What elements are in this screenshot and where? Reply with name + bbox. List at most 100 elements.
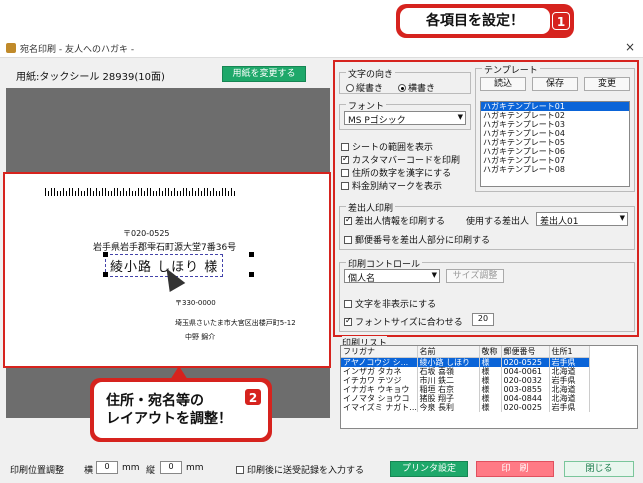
table-cell: 岩手県 xyxy=(549,375,590,385)
print-button[interactable]: 印 刷 xyxy=(476,461,554,477)
record-after-print-checkbox[interactable]: 印刷後に送受記録を入力する xyxy=(236,463,364,476)
window-titlebar: 宛名印刷 - 友人へのハガキ - × xyxy=(0,38,643,58)
barcode-bar xyxy=(177,191,178,196)
barcode-bar xyxy=(45,188,46,196)
template-item[interactable]: ハガキテンプレート07 xyxy=(481,156,629,165)
barcode-bar xyxy=(123,188,124,196)
recipient-address: 岩手県岩手郡雫石町源大堂7番36号 xyxy=(93,243,237,253)
barcode-bar xyxy=(171,191,172,196)
use-sender-label: 使用する差出人 xyxy=(466,217,530,227)
callout-set-items-text: 各項目を設定！ xyxy=(400,8,550,34)
barcode-bar xyxy=(135,191,136,196)
barcode-bar xyxy=(87,188,88,196)
vertical-offset-input[interactable]: 0 xyxy=(160,461,182,474)
barcode-bar xyxy=(126,191,127,196)
printer-settings-button[interactable]: プリンタ設定 xyxy=(390,461,468,477)
save-button[interactable]: 保存 xyxy=(532,77,578,91)
barcode-bar xyxy=(51,188,52,196)
fit-font-checkbox[interactable]: フォントサイズに合わせる xyxy=(344,315,463,328)
table-row[interactable]: イナガキ ウキョウ 稲垣 右京様 003-0855 北海道 xyxy=(341,384,590,394)
paper-header: 用紙:タックシール 28939(10面) 用紙を変更する xyxy=(6,60,326,88)
horizontal-offset-input[interactable]: 0 xyxy=(96,461,118,474)
barcode-bar xyxy=(54,188,55,196)
column-header[interactable]: 住所1 xyxy=(549,346,590,358)
vertical-label: 縦 xyxy=(146,466,156,476)
table-row[interactable]: インザガ タカネ 石坂 喜嶺様 004-0061 北海道 xyxy=(341,366,590,376)
change-button[interactable]: 変更 xyxy=(584,77,630,91)
column-header[interactable]: 郵便番号 xyxy=(501,346,550,358)
zip-in-sender-checkbox[interactable]: 郵便番号を差出人部分に印刷する xyxy=(344,233,490,246)
barcode-bar xyxy=(114,188,115,196)
barcode-bar xyxy=(72,188,73,196)
column-header[interactable]: 名前 xyxy=(417,346,480,358)
table-cell: 020-0025 xyxy=(501,402,550,412)
template-item[interactable]: ハガキテンプレート08 xyxy=(481,165,629,174)
font-select[interactable]: MS Pゴシック ▼ xyxy=(344,111,466,126)
resize-handle-tr[interactable] xyxy=(249,252,254,257)
change-paper-button[interactable]: 用紙を変更する xyxy=(222,66,306,82)
close-icon[interactable]: × xyxy=(625,40,635,54)
sender-select[interactable]: 差出人01 ▼ xyxy=(536,212,628,227)
show-sheet-range-checkbox[interactable]: シートの範囲を表示 xyxy=(341,140,433,153)
close-button[interactable]: 閉じる xyxy=(564,461,634,477)
template-item[interactable]: ハガキテンプレート04 xyxy=(481,129,629,138)
table-row[interactable]: イチカワ テツジ 市川 鉄二様 020-0032 岩手県 xyxy=(341,375,590,385)
table-cell: 石坂 喜嶺 xyxy=(417,366,480,376)
template-item[interactable]: ハガキテンプレート05 xyxy=(481,138,629,147)
template-item[interactable]: ハガキテンプレート06 xyxy=(481,147,629,156)
app-icon xyxy=(6,43,16,53)
table-cell: 様 xyxy=(479,375,502,385)
table-cell: 003-0855 xyxy=(501,384,550,394)
size-adjust-button[interactable]: サイズ調整 xyxy=(446,269,504,283)
print-list-grid: フリガナ 名前 敬称 郵便番号 住所1 アヤノコウジ シ... 綾小路 しほり様 020-0… xyxy=(341,346,590,412)
table-row[interactable]: イノマタ ショウコ 猪股 翔子様 004-0844 北海道 xyxy=(341,393,590,403)
text-direction-title: 文字の向き xyxy=(346,67,396,80)
custom-barcode-checkbox[interactable]: カスタマバーコードを印刷 xyxy=(341,153,460,166)
template-item[interactable]: ハガキテンプレート02 xyxy=(481,111,629,120)
table-cell: 北海道 xyxy=(549,384,590,394)
barcode-bar xyxy=(117,188,118,196)
template-list[interactable]: ハガキテンプレート01 ハガキテンプレート02 ハガキテンプレート03 ハガキテンプレ… xyxy=(480,101,630,187)
resize-handle-tl[interactable] xyxy=(103,252,108,257)
chevron-down-icon: ▼ xyxy=(619,214,625,222)
address-kanji-checkbox[interactable]: 住所の数字を漢字にする xyxy=(341,166,451,179)
table-row[interactable]: アヤノコウジ シ... 綾小路 しほり様 020-0525 岩手県 xyxy=(341,357,590,367)
column-header[interactable]: 敬称 xyxy=(479,346,502,358)
barcode-bar xyxy=(144,191,145,196)
table-cell: 北海道 xyxy=(549,393,590,403)
bottom-bar: 印刷位置調整 横 0 mm 縦 0 mm 印刷後に送受記録を入力する プリンタ設… xyxy=(0,455,643,483)
print-list-table[interactable]: フリガナ 名前 敬称 郵便番号 住所1 アヤノコウジ シ... 綾小路 しほり様 020-0… xyxy=(340,345,638,429)
barcode-bar xyxy=(81,191,82,196)
barcode-bar xyxy=(180,191,181,196)
template-item[interactable]: ハガキテンプレート01 xyxy=(481,102,629,111)
table-cell: 北海道 xyxy=(549,366,590,376)
hide-text-checkbox[interactable]: 文字を非表示にする xyxy=(344,297,436,310)
template-title: テンプレート xyxy=(482,63,540,76)
column-header[interactable]: フリガナ xyxy=(341,346,418,358)
fit-font-value[interactable]: 20 xyxy=(472,313,494,326)
barcode-bar xyxy=(153,191,154,196)
barcode-bar xyxy=(183,188,184,196)
control-select[interactable]: 個人名 ▼ xyxy=(344,269,440,284)
settings-panel: 文字の向き 縦書き 横書き フォント MS Pゴシック▼ シートの範囲を表示 カ… xyxy=(333,60,639,337)
barcode-bar xyxy=(96,188,97,196)
label-preview[interactable]: 〒020-0525 岩手県岩手郡雫石町源大堂7番36号 綾小路 しほり 様 〒3… xyxy=(3,172,331,368)
vertical-radio[interactable]: 縦書き xyxy=(346,81,383,94)
recipient-zip: 〒020-0525 xyxy=(123,229,170,238)
table-row[interactable]: イマイズミ ナガト... 今泉 長利様 020-0025 岩手県 xyxy=(341,402,590,412)
sender-address: 埼玉県さいたま市大宮区出楼戸町5-12 xyxy=(175,319,296,327)
barcode-bar xyxy=(63,188,64,196)
sender-name: 中野 錦介 xyxy=(185,333,216,341)
text-direction-group: 文字の向き 縦書き 横書き xyxy=(339,67,471,94)
print-control-group: 印刷コントロール 個人名▼ サイズ調整 文字を非表示にする フォントサイズに合わ… xyxy=(339,257,635,332)
resize-handle-br[interactable] xyxy=(249,272,254,277)
postage-mark-checkbox[interactable]: 料金別納マークを表示 xyxy=(341,179,442,192)
vertical-unit: mm xyxy=(186,463,204,473)
table-cell: 様 xyxy=(479,402,502,412)
load-button[interactable]: 読込 xyxy=(480,77,526,91)
barcode-bar xyxy=(147,188,148,196)
print-sender-checkbox[interactable]: 差出人情報を印刷する xyxy=(344,214,445,227)
template-item[interactable]: ハガキテンプレート03 xyxy=(481,120,629,129)
resize-handle-bl[interactable] xyxy=(103,272,108,277)
horizontal-radio[interactable]: 横書き xyxy=(398,81,435,94)
